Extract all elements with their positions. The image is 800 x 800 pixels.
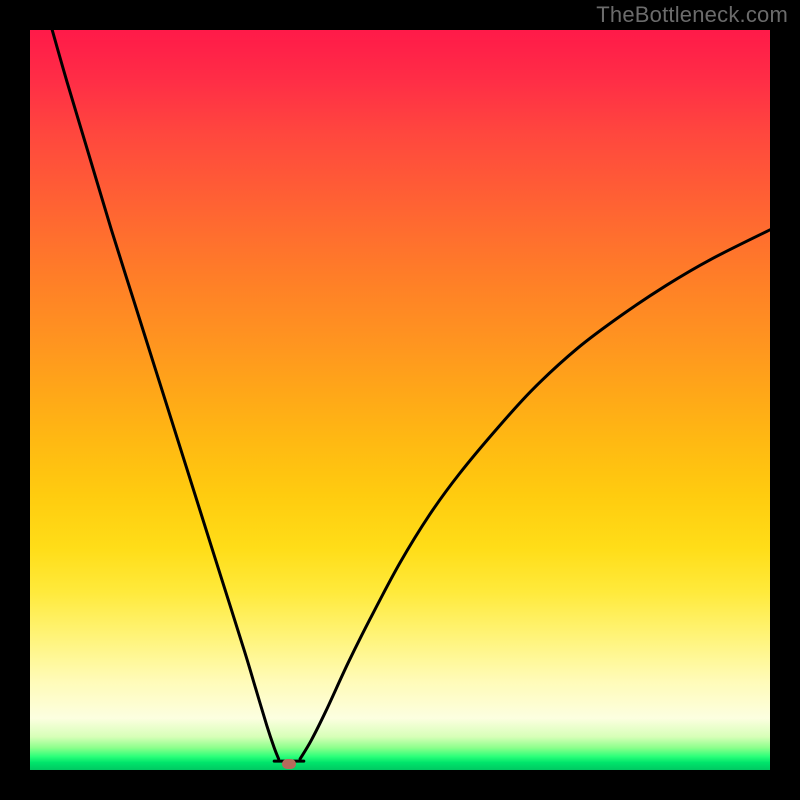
plot-area bbox=[30, 30, 770, 770]
chart-frame: TheBottleneck.com bbox=[0, 0, 800, 800]
curve-svg bbox=[30, 30, 770, 770]
curve-left-branch bbox=[52, 30, 278, 759]
min-marker bbox=[282, 759, 296, 769]
curve-right-branch bbox=[300, 230, 770, 759]
watermark-text: TheBottleneck.com bbox=[596, 2, 788, 28]
